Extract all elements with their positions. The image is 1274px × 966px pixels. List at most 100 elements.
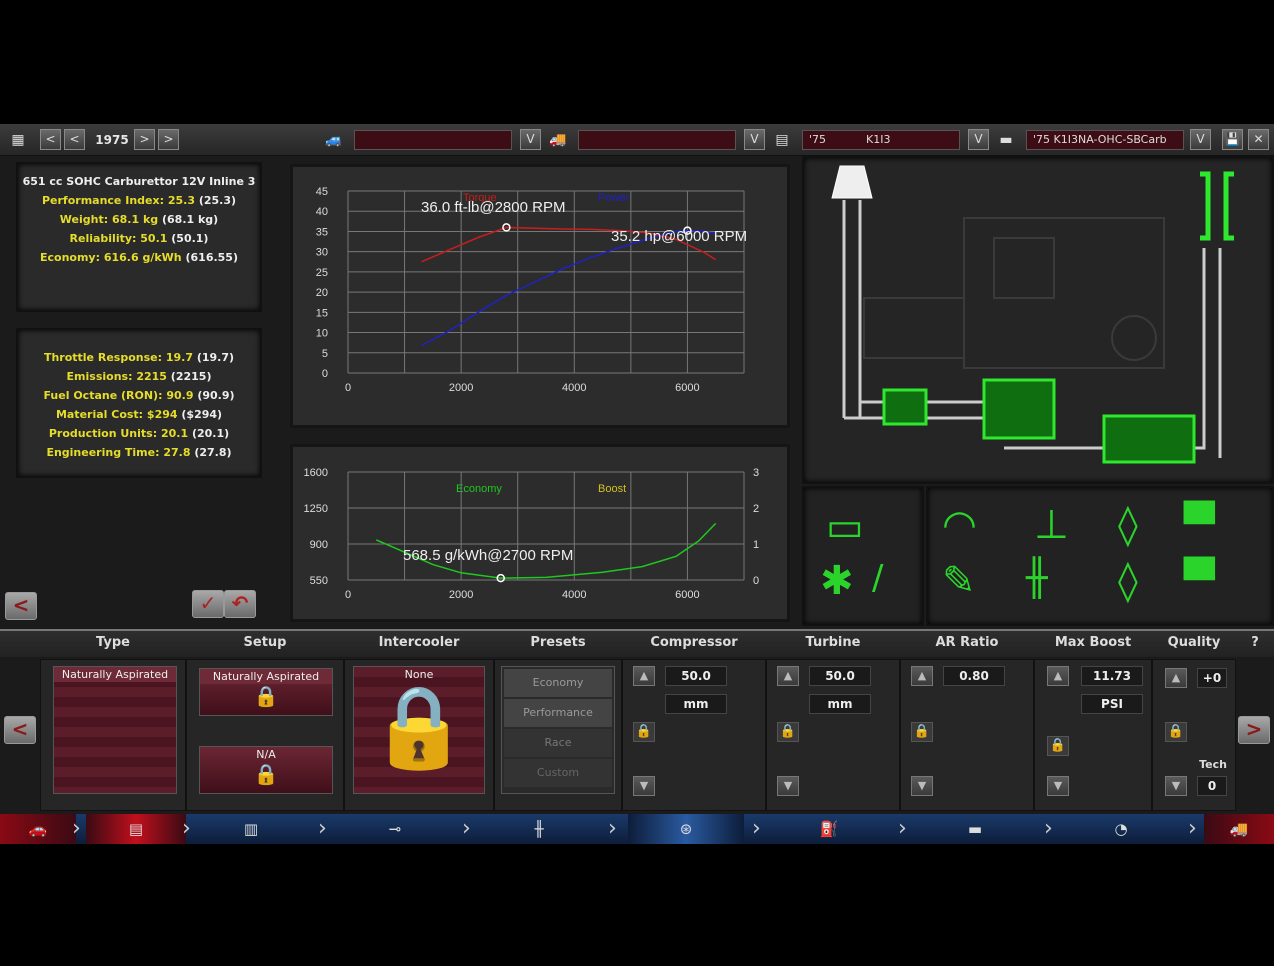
x-tick-label: 2000 <box>449 382 473 394</box>
x-tick-label: 4000 <box>562 589 586 601</box>
tab-setup[interactable]: Setup <box>186 635 344 650</box>
tab-max-boost[interactable]: Max Boost <box>1034 635 1152 650</box>
ar-ratio-lock-icon[interactable]: 🔒 <box>911 722 933 742</box>
ar-ratio-down-button[interactable]: ▼ <box>911 776 933 796</box>
valvetrain-section-icon[interactable]: ⊸ <box>340 814 450 844</box>
tab-ar-ratio[interactable]: AR Ratio <box>900 635 1034 650</box>
engine-damage-icon[interactable]: ✱ <box>820 558 854 604</box>
turbine-down-button[interactable]: ▼ <box>777 776 799 796</box>
check-engine-icon[interactable]: ▭ <box>826 504 864 550</box>
compressor-up-button[interactable]: ▲ <box>633 666 655 686</box>
turbine-up-button[interactable]: ▲ <box>777 666 799 686</box>
engine-diagram-panel <box>802 156 1274 484</box>
car-trim-select[interactable] <box>578 130 736 150</box>
tab-intercooler[interactable]: Intercooler <box>344 635 494 650</box>
exhaust-section-icon[interactable]: ▬ <box>920 814 1030 844</box>
quality-value[interactable]: +0 <box>1197 668 1227 688</box>
save-button[interactable]: 💾 <box>1222 129 1243 150</box>
tab-turbine[interactable]: Turbine <box>766 635 900 650</box>
head-section-icon[interactable]: ▥ <box>196 814 306 844</box>
engine-description: 651 cc SOHC Carburettor 12V Inline 3 <box>22 175 256 188</box>
quality-up-button[interactable]: ▲ <box>1165 668 1187 688</box>
prev-year-fast-button[interactable]: < <box>40 129 61 150</box>
piston-part-icon[interactable]: ▀ <box>1184 502 1215 548</box>
turbine-unit: mm <box>809 694 871 714</box>
compressor-down-button[interactable]: ▼ <box>633 776 655 796</box>
max-boost-down-button[interactable]: ▼ <box>1047 776 1069 796</box>
turbo-section-icon[interactable]: ⊛ <box>628 814 744 844</box>
ar-ratio-up-button[interactable]: ▲ <box>911 666 933 686</box>
ar-ratio-value[interactable]: 0.80 <box>943 666 1005 686</box>
test-section-icon[interactable]: ◔ <box>1066 814 1176 844</box>
engine-family-dropdown-button[interactable]: V <box>968 129 989 150</box>
setup-option-naturally-aspirated[interactable]: Naturally Aspirated 🔒 <box>199 668 333 716</box>
nav-separator: › <box>752 816 761 841</box>
wrench-hand-icon[interactable]: ✎ <box>942 558 976 604</box>
quality-lock-icon[interactable]: 🔒 <box>1165 722 1187 742</box>
valve-icon[interactable]: ⊥ <box>1034 502 1069 548</box>
car-model-select[interactable] <box>354 130 512 150</box>
max-boost-value[interactable]: 11.73 <box>1081 666 1143 686</box>
help-button[interactable]: ? <box>1240 635 1270 650</box>
turbine-value[interactable]: 50.0 <box>809 666 871 686</box>
engine-family-select[interactable]: '75 K1I3 <box>802 130 960 150</box>
max-boost-up-button[interactable]: ▲ <box>1047 666 1069 686</box>
compressor-value[interactable]: 50.0 <box>665 666 727 686</box>
rod-bearing-icon[interactable]: ◊ <box>1118 558 1138 604</box>
y-tick-label: 1600 <box>304 467 328 479</box>
next-year-button[interactable]: > <box>134 129 155 150</box>
designer-section-nav: 🚗 › ▤ › ▥ › ⊸ › ╫ › ⊛ › ⛽ › ▬ › ◔ › 🚚 <box>0 814 1274 844</box>
exhaust-manifold-icon[interactable] <box>1102 414 1196 464</box>
engine-block-section-icon[interactable]: ▤ <box>86 814 186 844</box>
exhaust-icon[interactable] <box>1200 171 1234 241</box>
type-option-naturally-aspirated[interactable]: Naturally Aspirated <box>54 667 176 682</box>
tab-compressor[interactable]: Compressor <box>622 635 766 650</box>
undo-button[interactable]: ↶ <box>224 590 256 618</box>
primary-stats-panel: 651 cc SOHC Carburettor 12V Inline 3 Per… <box>16 162 262 312</box>
secondary-stats-panel: Throttle Response: 19.7 (19.7) Emissions… <box>16 328 262 478</box>
economy-boost-svg: 1600 1250 900 550 0 2000 4000 6000 3 2 1 0 Economy Bo… <box>304 467 760 601</box>
engine-variant-select[interactable]: '75 K1I3NA-OHC-SBCarb <box>1026 130 1184 150</box>
spark-plug-icon[interactable]: / <box>872 558 883 598</box>
air-filter-icon[interactable] <box>831 165 873 418</box>
next-year-fast-button[interactable]: > <box>158 129 179 150</box>
next-section-button[interactable]: > <box>1238 716 1270 744</box>
turbine-lock-icon[interactable]: 🔒 <box>777 722 799 742</box>
piston-ring-icon[interactable]: ▀ <box>1184 558 1215 604</box>
intake-manifold-icon[interactable] <box>982 378 1056 440</box>
max-boost-lock-icon[interactable]: 🔒 <box>1047 736 1069 756</box>
car-model-dropdown-button[interactable]: V <box>520 129 541 150</box>
engine-variant-dropdown-button[interactable]: V <box>1190 129 1211 150</box>
back-button[interactable]: < <box>5 592 37 620</box>
car-trim-dropdown-button[interactable]: V <box>744 129 765 150</box>
nav-separator: › <box>462 816 471 841</box>
apply-design-button[interactable]: ✓ <box>192 590 224 618</box>
tab-quality[interactable]: Quality <box>1152 635 1236 650</box>
y-tick-label: 45 <box>316 186 328 198</box>
export-section-icon[interactable]: 🚚 <box>1204 814 1274 844</box>
preset-race: Race <box>504 729 612 757</box>
tab-type[interactable]: Type <box>40 635 186 650</box>
calendar-icon[interactable]: ▦ <box>6 130 30 150</box>
connecting-rod-icon[interactable]: ◊ <box>1118 502 1138 548</box>
car-section-icon[interactable]: 🚗 <box>0 814 76 844</box>
weight-stat: Weight: 68.1 kg (68.1 kg) <box>59 213 219 226</box>
quality-down-button[interactable]: ▼ <box>1165 776 1187 796</box>
y-tick-label: 40 <box>316 206 328 218</box>
crankshaft-icon[interactable]: ╫ <box>1026 558 1048 599</box>
fuel-system-section-icon[interactable]: ╫ <box>484 814 594 844</box>
close-button[interactable]: ✕ <box>1248 129 1269 150</box>
tab-presets[interactable]: Presets <box>494 635 622 650</box>
prev-section-button[interactable]: < <box>4 716 36 744</box>
legend-power: Power <box>598 192 630 204</box>
x-tick-label: 6000 <box>675 382 699 394</box>
carburettor-icon[interactable] <box>882 388 928 426</box>
fuel-injection-section-icon[interactable]: ⛽ <box>774 814 884 844</box>
piston-icon: ▬ <box>999 132 1013 148</box>
prev-year-button[interactable]: < <box>64 129 85 150</box>
compressor-lock-icon[interactable]: 🔒 <box>633 722 655 742</box>
speedometer-icon[interactable]: ◠ <box>942 502 977 548</box>
torque-power-chart: 45 40 35 30 25 20 15 10 5 0 0 2000 4000 6000 Torque Pow… <box>290 164 790 428</box>
y2-tick-label: 0 <box>753 575 759 587</box>
engine-parts-panel-left: ▭ ✱ / <box>802 486 924 626</box>
